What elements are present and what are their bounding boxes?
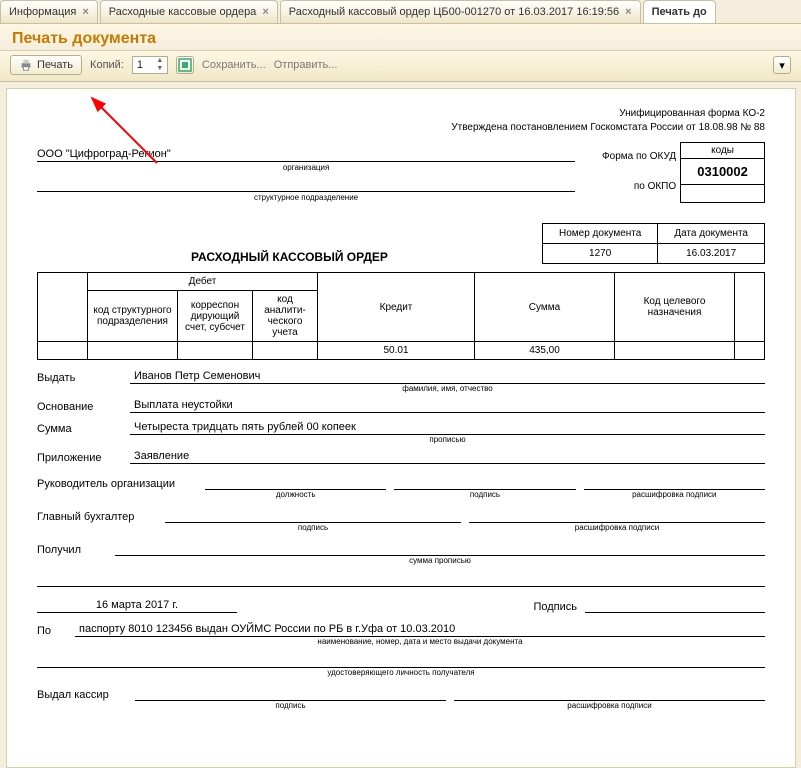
okpo-code <box>681 185 765 203</box>
org-subline: организация <box>37 163 575 172</box>
sign-label: Подпись <box>533 601 577 613</box>
dept-subline: структурное подразделение <box>37 193 575 202</box>
print-preview: Унифицированная форма КО-2 Утверждена по… <box>6 88 796 768</box>
sum-label: Сумма <box>37 423 122 435</box>
copies-label: Копий: <box>90 59 124 71</box>
doc-num-date-table: Номер документаДата документа 127016.03.… <box>542 223 765 264</box>
org-name: ООО "Цифроград-Регион" <box>37 148 575 162</box>
attach-label: Приложение <box>37 452 122 464</box>
passport-value: паспорту 8010 123456 выдан ОУЙМС России … <box>75 623 765 637</box>
dept-name <box>37 178 575 192</box>
received-subline: сумма прописью <box>115 556 765 565</box>
doc-num: 1270 <box>542 244 657 264</box>
okpo-label: по ОКПО <box>575 181 680 192</box>
doc-date: 16.03.2017 <box>658 244 765 264</box>
toolbar: Печать Копий: 1 ▲▼ Сохранить... Отправит… <box>0 51 801 82</box>
head-position <box>205 476 386 490</box>
id-subline: удостоверяющего личность получателя <box>37 668 765 677</box>
issue-value: Иванов Петр Семенович <box>130 370 765 384</box>
tab-journal[interactable]: Расходные кассовые ордера× <box>100 0 278 23</box>
okud-label: Форма по ОКУД <box>575 151 680 162</box>
passport-subline: наименование, номер, дата и место выдачи… <box>75 637 765 646</box>
spin-up-icon[interactable]: ▲ <box>155 57 165 65</box>
page-title: Печать документа <box>0 24 801 51</box>
chevron-down-icon[interactable]: ▾ <box>773 56 791 74</box>
okud-code: 0310002 <box>681 159 765 185</box>
chief-acc-sign <box>165 509 461 523</box>
date-value: 16 марта 2017 г. <box>37 599 237 613</box>
sum-subline: прописью <box>130 435 765 444</box>
cashier-label: Выдал кассир <box>37 689 127 701</box>
attach-value: Заявление <box>130 450 765 464</box>
head-sign <box>394 476 575 490</box>
close-icon[interactable]: × <box>82 6 88 18</box>
sign-line <box>585 599 765 613</box>
form-header: Унифицированная форма КО-2 Утверждена по… <box>37 107 765 135</box>
head-decode <box>584 476 765 490</box>
codes-table: коды 0310002 <box>680 142 765 203</box>
basis-label: Основание <box>37 401 122 413</box>
copies-input[interactable]: 1 ▲▼ <box>132 56 168 74</box>
close-icon[interactable]: × <box>262 6 268 18</box>
head-label: Руководитель организации <box>37 478 197 490</box>
sum-value: Четыреста тридцать пять рублей 00 копеек <box>130 421 765 435</box>
print-button[interactable]: Печать <box>10 55 82 75</box>
issue-subline: фамилия, имя, отчество <box>130 384 765 393</box>
save-link[interactable]: Сохранить... <box>202 59 266 71</box>
main-table: Дебет Кредит Сумма Код целевого назначен… <box>37 272 765 360</box>
spin-down-icon[interactable]: ▼ <box>155 65 165 73</box>
basis-value: Выплата неустойки <box>130 399 765 413</box>
refresh-icon[interactable] <box>176 56 194 74</box>
by-label: По <box>37 625 67 637</box>
table-row: 50.01 435,00 <box>38 342 765 360</box>
printer-icon <box>19 58 33 72</box>
close-icon[interactable]: × <box>625 6 631 18</box>
received-label: Получил <box>37 544 107 556</box>
chief-acc-label: Главный бухгалтер <box>37 511 157 523</box>
tab-bar: Информация× Расходные кассовые ордера× Р… <box>0 0 801 24</box>
received-value <box>115 542 765 556</box>
cashier-decode <box>454 687 765 701</box>
send-link[interactable]: Отправить... <box>274 59 338 71</box>
issue-label: Выдать <box>37 372 122 384</box>
doc-title: РАСХОДНЫЙ КАССОВЫЙ ОРДЕР <box>37 250 542 264</box>
tab-doc[interactable]: Расходный кассовый ордер ЦБ00-001270 от … <box>280 0 641 23</box>
tab-print[interactable]: Печать до <box>643 0 716 23</box>
tab-info[interactable]: Информация× <box>0 0 98 23</box>
cashier-sign <box>135 687 446 701</box>
chief-acc-decode <box>469 509 765 523</box>
